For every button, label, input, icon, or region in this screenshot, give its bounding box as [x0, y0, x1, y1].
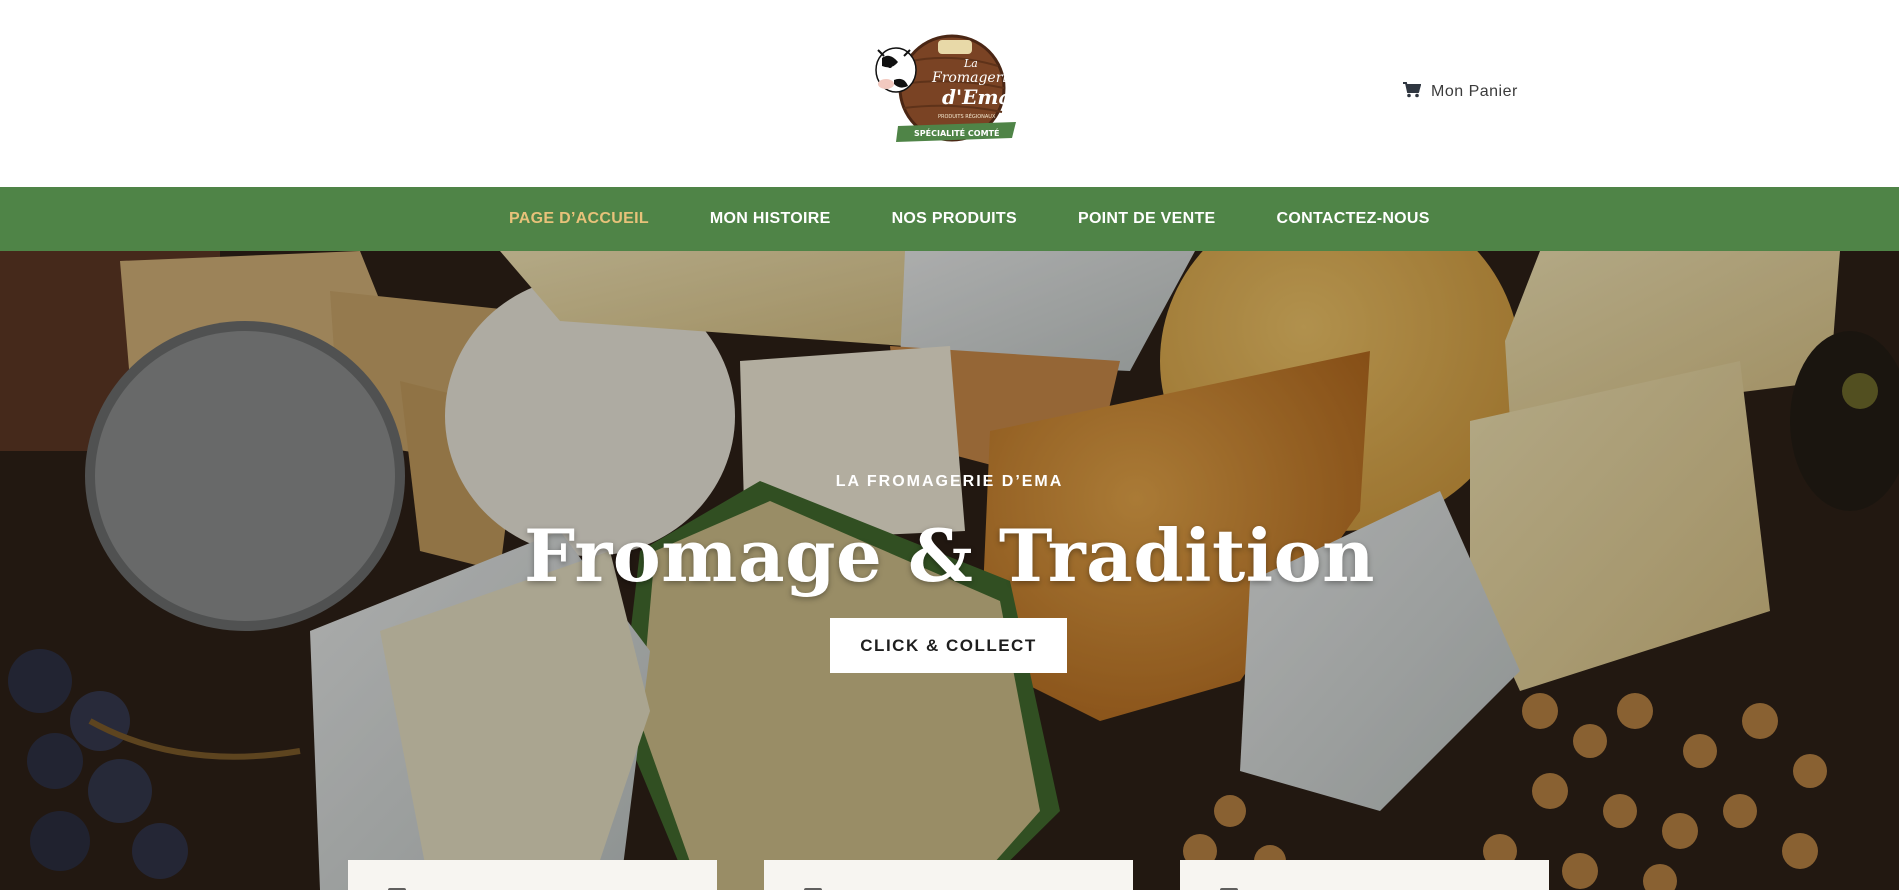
hero-section: LA FROMAGERIE D’EMA Fromage & Tradition …: [0, 251, 1899, 890]
cart-label: Mon Panier: [1431, 83, 1518, 100]
site-header: La Fromagerie d'Ema PRODUITS RÉGIONAUX S…: [0, 0, 1899, 187]
shopping-cart-icon: [1403, 81, 1422, 103]
feature-card: [348, 860, 717, 890]
nav-item-point-of-sale[interactable]: POINT DE VENTE: [1078, 210, 1216, 228]
logo-text-line2: Fromagerie: [931, 70, 1015, 86]
feature-card: [764, 860, 1133, 890]
nav-item-home[interactable]: PAGE D’ACCUEIL: [509, 210, 649, 228]
nav-item-contact[interactable]: CONTACTEZ-NOUS: [1277, 210, 1430, 228]
logo-text-line3: d'Ema: [942, 85, 1011, 109]
logo-ribbon-text: SPÉCIALITÉ COMTÉ: [914, 127, 999, 138]
nav-item-our-products[interactable]: NOS PRODUITS: [892, 210, 1017, 228]
main-navigation: PAGE D’ACCUEIL MON HISTOIRE NOS PRODUITS…: [0, 187, 1899, 251]
logo-text-line1: La: [963, 57, 978, 70]
click-and-collect-button[interactable]: CLICK & COLLECT: [830, 618, 1067, 673]
nav-item-my-story[interactable]: MON HISTOIRE: [710, 210, 831, 228]
hero-eyebrow: LA FROMAGERIE D’EMA: [835, 473, 1064, 490]
cart-link[interactable]: Mon Panier: [1403, 80, 1518, 104]
hero-title: Fromage & Tradition: [523, 513, 1376, 598]
feature-card: [1180, 860, 1549, 890]
brand-logo[interactable]: La Fromagerie d'Ema PRODUITS RÉGIONAUX S…: [872, 22, 1022, 166]
logo-tagline: PRODUITS RÉGIONAUX: [938, 112, 996, 120]
